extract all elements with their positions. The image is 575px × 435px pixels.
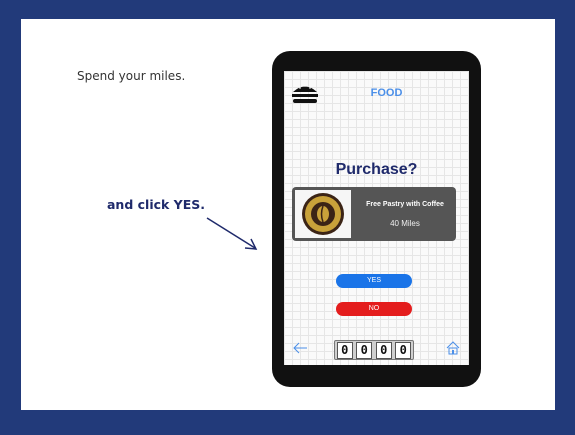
pointer-arrow-icon [206, 217, 258, 250]
screen-title: FOOD [370, 87, 403, 99]
home-icon[interactable] [446, 341, 460, 355]
counter-digit: 0 [375, 341, 392, 359]
miles-counter: 0 0 0 0 [334, 340, 414, 360]
action-caption: and click YES. [107, 197, 206, 212]
no-button[interactable]: NO [336, 302, 412, 316]
phone-screen: FOOD Purchase? Free Pastry with Coffee 4… [284, 71, 469, 365]
offer-name: Free Pastry with Coffee [366, 201, 444, 208]
counter-digit: 0 [356, 341, 373, 359]
offer-cost: 40 Miles [390, 219, 420, 228]
counter-digit: 0 [336, 341, 353, 359]
counter-digit: 0 [395, 341, 412, 359]
coffee-cafe-logo [295, 190, 351, 238]
tutorial-slide: Spend your miles. and click YES. FOOD Pu… [21, 19, 555, 410]
purchase-prompt: Purchase? [335, 161, 418, 178]
offer-card: Free Pastry with Coffee 40 Miles [292, 187, 456, 241]
yes-button[interactable]: YES [336, 274, 412, 288]
phone-device: FOOD Purchase? Free Pastry with Coffee 4… [272, 51, 481, 387]
instruction-caption: Spend your miles. [77, 69, 186, 83]
back-arrow-icon[interactable] [292, 342, 308, 354]
